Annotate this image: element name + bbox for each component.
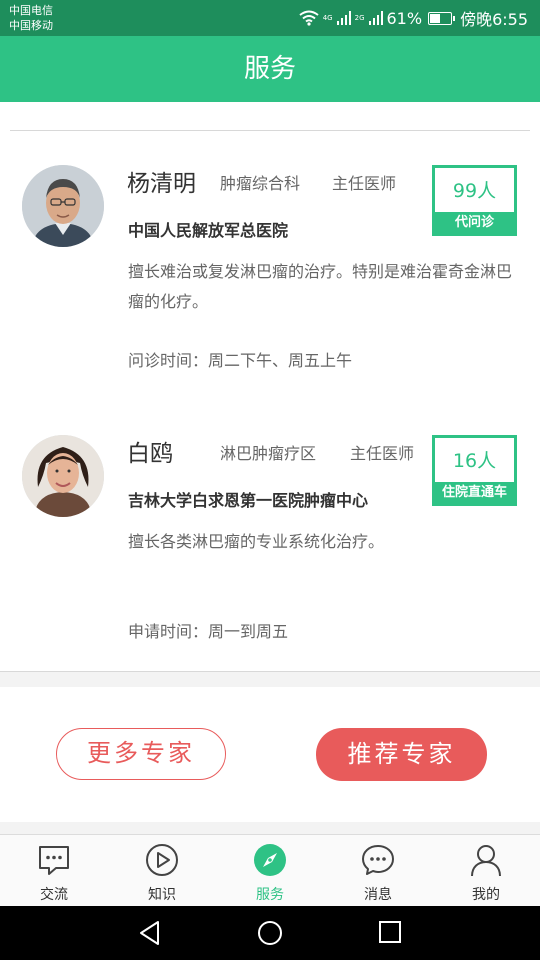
actions-area: 更多专家 推荐专家 [0, 687, 540, 822]
wifi-icon [299, 10, 319, 26]
network-label-1: 4G [322, 14, 333, 22]
status-time: 傍晚6:55 [460, 10, 528, 29]
doctor-name: 白鸥 [127, 441, 173, 467]
doctor-card[interactable]: 杨清明 肿瘤综合科 主任医师 99人 代问诊 中国人民解放军总医院 擅长难治或复… [0, 131, 540, 401]
bottom-nav: 交流 知识 服务 消息 我的 [0, 834, 540, 906]
doctor-title: 主任医师 [350, 444, 415, 463]
carrier-1: 中国电信 [9, 4, 53, 17]
nav-label: 交流 [40, 887, 68, 903]
nav-item-profile[interactable]: 我的 [432, 835, 540, 907]
battery-percent: 61% [386, 8, 423, 28]
recent-apps-icon[interactable] [378, 920, 402, 944]
doctor-avatar [22, 435, 104, 517]
network-label-2: 2G [354, 14, 365, 22]
doctor-intro: 擅长难治或复发淋巴瘤的治疗。特别是难治霍奇金淋巴瘤的化疗。 [128, 262, 513, 311]
page-title: 服务 [243, 54, 296, 84]
home-icon[interactable] [257, 920, 283, 946]
doctor-hospital: 中国人民解放军总医院 [128, 221, 289, 240]
doctor-department: 肿瘤综合科 [220, 174, 301, 193]
user-icon [471, 845, 501, 877]
doctor-card[interactable]: 白鸥 淋巴肿瘤疗区 主任医师 16人 住院直通车 吉林大学白求恩第一医院肿瘤中心… [0, 401, 540, 671]
doctor-hospital: 吉林大学白求恩第一医院肿瘤中心 [128, 491, 369, 510]
back-icon[interactable] [138, 920, 162, 946]
nav-label: 我的 [472, 887, 500, 903]
stat-count: 16人 [452, 450, 497, 472]
more-experts-button[interactable]: 更多专家 [56, 728, 226, 780]
doctor-intro: 擅长各类淋巴瘤的专业系统化治疗。 [128, 532, 385, 551]
carrier-2: 中国移动 [9, 19, 53, 32]
stat-badge[interactable]: 16人 住院直通车 [432, 435, 517, 506]
nav-item-knowledge[interactable]: 知识 [108, 835, 216, 907]
nav-item-service[interactable]: 服务 [216, 835, 324, 907]
stat-label: 住院直通车 [435, 482, 514, 503]
page-header: 服务 [0, 36, 540, 102]
doctor-schedule: 申请时间：周一到周五 [128, 622, 289, 641]
doctor-title: 主任医师 [332, 174, 397, 193]
doctor-avatar [22, 165, 104, 247]
recommend-expert-button[interactable]: 推荐专家 [316, 728, 487, 781]
nav-label: 消息 [364, 887, 392, 903]
system-nav-bar [0, 906, 540, 960]
doctor-schedule: 问诊时间：周二下午、周五上午 [128, 351, 353, 370]
signal-icon-1 [336, 11, 351, 25]
carrier-info: 中国电信 中国移动 [9, 3, 53, 33]
compass-icon [254, 844, 286, 876]
status-bar: 中国电信 中国移动 4G 2G 61% 傍晚6:55 [0, 0, 540, 36]
signal-icon-2 [368, 11, 383, 25]
section-spacer [0, 672, 540, 687]
nav-label: 知识 [148, 887, 176, 903]
chat-bubble-icon [39, 846, 69, 875]
nav-item-messages[interactable]: 消息 [324, 835, 432, 907]
message-icon [362, 845, 394, 875]
nav-item-exchange[interactable]: 交流 [0, 835, 108, 907]
battery-icon [428, 11, 456, 25]
doctor-department: 淋巴肿瘤疗区 [220, 444, 317, 463]
status-icons: 4G 2G 61% 傍晚6:55 [299, 7, 528, 29]
play-icon [146, 844, 178, 876]
stat-count: 99人 [452, 180, 497, 202]
doctor-name: 杨清明 [127, 171, 196, 197]
section-spacer [0, 822, 540, 834]
stat-label: 代问诊 [435, 212, 514, 233]
stat-badge[interactable]: 99人 代问诊 [432, 165, 517, 236]
nav-label: 服务 [256, 887, 284, 903]
